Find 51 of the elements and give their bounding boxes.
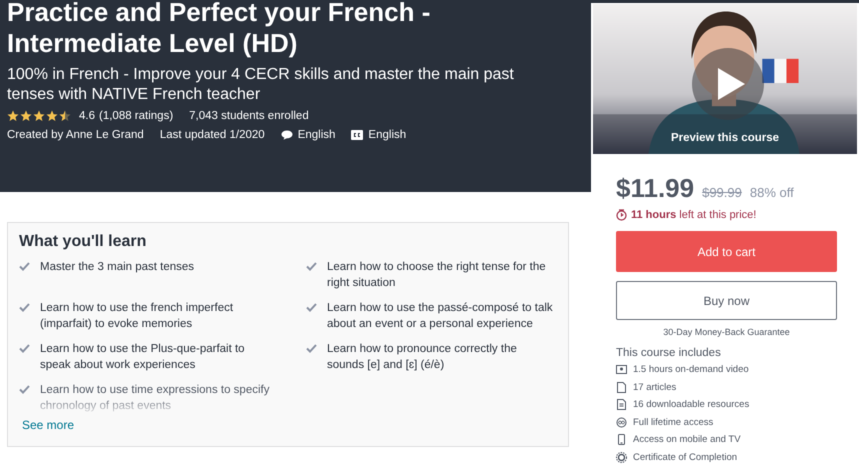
section-title: What you'll learn	[19, 233, 148, 251]
buy-now-button[interactable]: Buy now	[616, 281, 837, 320]
play-button[interactable]	[692, 48, 764, 120]
check-icon	[306, 303, 317, 312]
course-title: Practice and Perfect your French - Intermediate Level (HD)	[7, 0, 432, 59]
include-item: 1.5 hours on-demand video	[633, 364, 749, 376]
learning-point: Learn how to choose the right tense for the right situation	[327, 260, 547, 291]
captions-icon	[351, 130, 364, 140]
guarantee-note: 30-Day Money-Back Guarantee	[662, 327, 791, 337]
video-icon	[616, 364, 627, 376]
original-price: $99.99	[702, 185, 742, 200]
time-left: 11 hours left at this price!	[631, 209, 756, 221]
check-icon	[19, 385, 30, 394]
check-icon	[19, 303, 30, 312]
include-item: 16 downloadable resources	[633, 399, 750, 410]
play-icon	[716, 67, 746, 101]
check-icon	[306, 262, 317, 271]
alarm-clock-icon	[616, 209, 627, 221]
enrolled-count: 7,043 students enrolled	[189, 110, 309, 122]
document-icon	[616, 382, 627, 393]
learning-point: Learn how to use the Plus-que-parfait to speak about work experiences	[40, 342, 246, 373]
include-item: Certificate of Completion	[633, 452, 738, 463]
course-subtitle: 100% in French - Improve your 4 CECR skills and master the main past tenses with NATIVE French teacher	[7, 65, 515, 105]
language: English	[298, 129, 336, 141]
include-item: 17 articles	[633, 382, 676, 393]
speech-bubble-icon	[280, 130, 293, 140]
last-updated: Last updated 1/2020	[160, 129, 265, 141]
badge-icon	[616, 452, 627, 463]
check-icon	[19, 262, 30, 271]
learning-point: Learn how to use time expressions to specify chronology of past events	[40, 382, 270, 414]
price: $11.99	[616, 173, 694, 204]
add-to-cart-button[interactable]: Add to cart	[616, 231, 837, 272]
created-by: Created by Anne Le Grand	[7, 129, 144, 141]
includes-title: This course includes	[616, 347, 722, 359]
check-icon	[19, 344, 30, 353]
include-item: Full lifetime access	[633, 416, 714, 428]
captions-language: English	[368, 129, 406, 141]
learning-point: Learn how to use the passé-composé to talk about an event or a personal experience	[327, 301, 554, 332]
learning-point: Learn how to use the french imperfect (imparfait) to evoke memories	[40, 301, 234, 332]
learning-point: Learn how to pronounce correctly the sounds [e] and [ɛ] (é/è)	[327, 342, 518, 373]
check-icon	[306, 344, 317, 353]
include-item: Access on mobile and TV	[633, 434, 741, 446]
discount: 88% off	[750, 185, 794, 200]
see-more-link[interactable]: See more	[22, 418, 74, 432]
phone-icon	[616, 434, 627, 446]
preview-label[interactable]: Preview this course	[670, 132, 780, 144]
infinity-icon	[616, 416, 627, 428]
file-icon	[616, 399, 627, 410]
learning-point: Master the 3 main past tenses	[40, 260, 194, 275]
rating-value: 4.6	[79, 110, 95, 122]
ratings-count: (1,088 ratings)	[99, 110, 174, 122]
